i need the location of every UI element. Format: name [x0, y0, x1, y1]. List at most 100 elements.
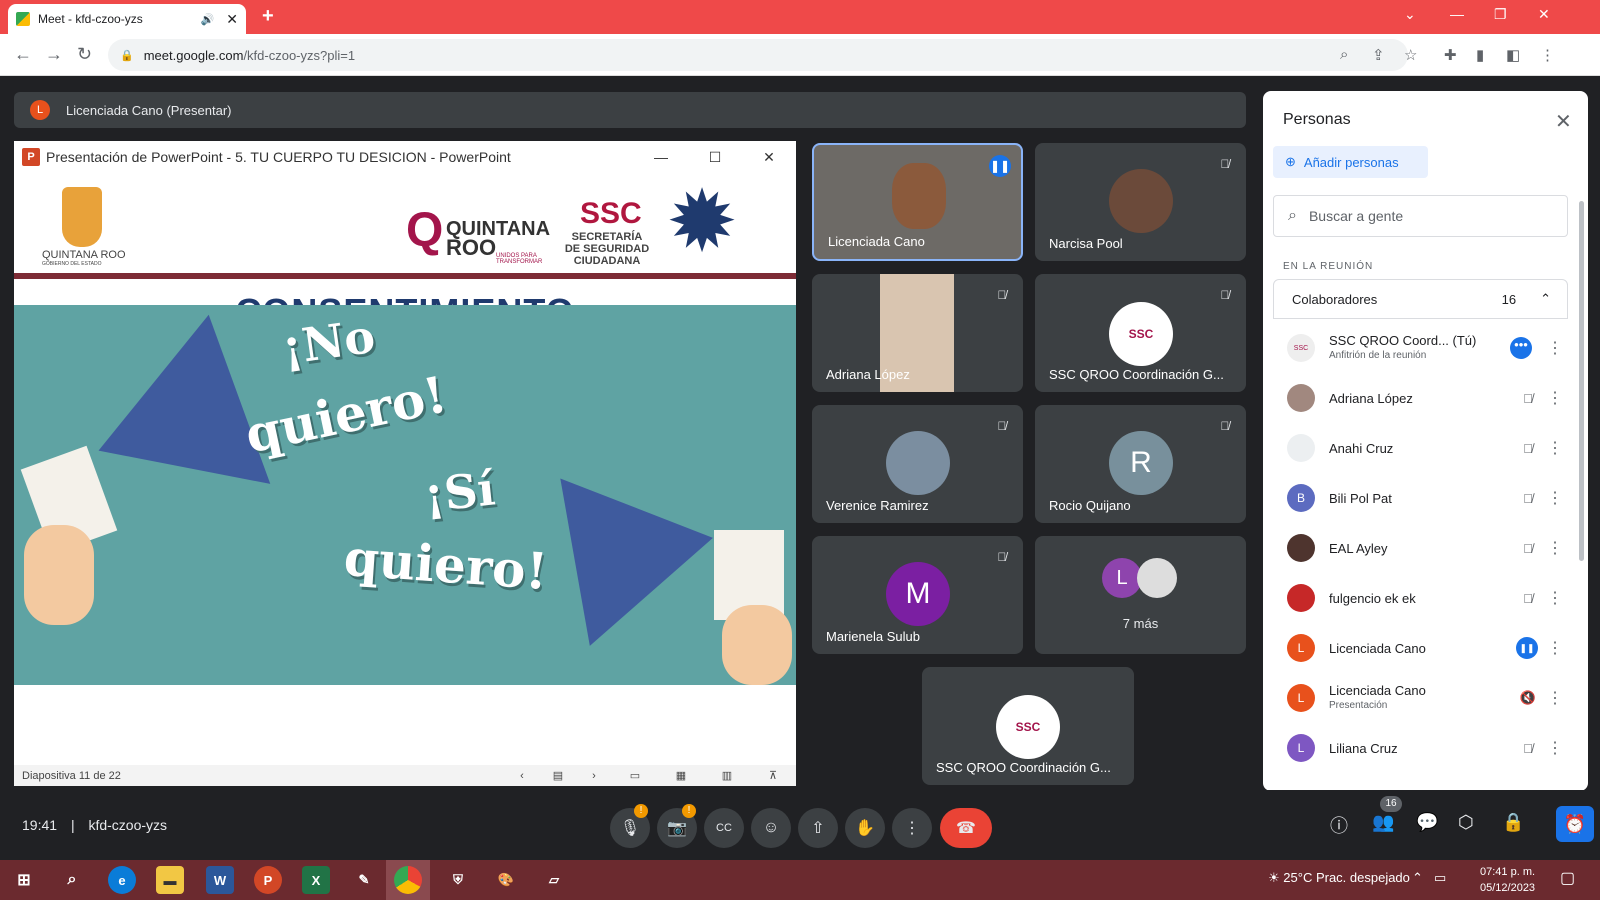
participant-tile[interactable]: SSC 🎙̸ SSC QROO Coordinación G... [1035, 274, 1246, 392]
next-slide-icon[interactable]: › [576, 770, 612, 782]
raise-hand-button[interactable]: ✋ [845, 808, 885, 848]
kebab-menu-icon[interactable]: ⋮ [1542, 638, 1568, 658]
edge-icon[interactable]: e [108, 866, 136, 894]
close-tab-icon[interactable]: ✕ [226, 11, 238, 28]
kebab-menu-icon[interactable]: ⋮ [1542, 738, 1568, 758]
minimize-icon[interactable]: — [1450, 6, 1464, 22]
slide-divider [14, 273, 796, 279]
participant-tile[interactable]: 🎙̸ Verenice Ramirez [812, 405, 1023, 523]
taskbar-clock[interactable]: 07:41 p. m. 05/12/2023 [1480, 864, 1535, 896]
info-icon[interactable]: ⓘ [1330, 812, 1348, 838]
participant-tile[interactable]: ❚❚ Licenciada Cano [812, 143, 1023, 261]
people-icon[interactable]: 👥 [1372, 812, 1394, 833]
reload-icon[interactable]: ↻ [77, 44, 92, 65]
kebab-menu-icon[interactable]: ⋮ [1542, 338, 1568, 358]
activities-icon[interactable]: ⬡ [1458, 812, 1474, 833]
kebab-menu-icon[interactable]: ⋮ [1542, 688, 1568, 708]
normal-view-icon[interactable]: ▭ [612, 769, 658, 782]
bookmark-star-icon[interactable]: ☆ [1404, 46, 1417, 64]
more-options-icon[interactable]: ••• [1510, 337, 1532, 359]
chevron-up-icon[interactable]: ⌃ [1540, 291, 1551, 307]
tray-chevron-icon[interactable]: ⌃ [1412, 870, 1423, 886]
ppt-close-icon[interactable]: ✕ [742, 149, 796, 166]
reading-view-icon[interactable]: ▥ [704, 769, 750, 782]
profile-icon[interactable]: ◧ [1506, 46, 1520, 64]
participant-row[interactable]: B Bili Pol Pat 🎙̸ ⋮ [1273, 473, 1568, 523]
chrome-icon[interactable] [394, 866, 422, 894]
slideshow-icon[interactable]: ⊼ [750, 769, 796, 782]
extensions-icon[interactable]: ✚ [1444, 46, 1457, 64]
participant-row[interactable]: fulgencio ek ek 🎙̸ ⋮ [1273, 573, 1568, 623]
zoom-icon[interactable]: ⌕ [1340, 46, 1348, 63]
kebab-menu-icon[interactable]: ⋮ [1542, 588, 1568, 608]
close-panel-icon[interactable]: ✕ [1555, 109, 1572, 134]
notifications-icon[interactable]: ▢ [1560, 868, 1575, 888]
address-bar[interactable]: 🔒 meet.google.com/kfd-czoo-yzs?pli=1 [108, 39, 1408, 71]
participant-row[interactable]: EAL Ayley 🎙̸ ⋮ [1273, 523, 1568, 573]
participant-tile[interactable]: 🎙̸ Adriana López [812, 274, 1023, 392]
sidepanel-icon[interactable]: ▮ [1476, 46, 1484, 64]
browser-tab[interactable]: Meet - kfd-czoo-yzs 🔊 ✕ [8, 4, 246, 34]
word-icon[interactable]: W [206, 866, 234, 894]
restore-icon[interactable]: ❐ [1494, 6, 1507, 23]
prev-slide-icon[interactable]: ‹ [504, 770, 540, 782]
reactions-button[interactable]: ☺ [751, 808, 791, 848]
captions-button[interactable]: CC [704, 808, 744, 848]
captions-icon: CC [716, 822, 732, 834]
new-tab-button[interactable]: + [262, 5, 274, 28]
qroo-q-logo: Q [406, 204, 444, 257]
paint-icon[interactable]: 🎨 [492, 866, 520, 894]
windows-start-icon[interactable]: ⊞ [10, 866, 38, 894]
chevron-down-icon[interactable]: ⌄ [1404, 6, 1416, 23]
quote-si-1: ¡Sí [421, 461, 498, 523]
slide-menu-icon[interactable]: ▤ [540, 769, 576, 782]
app-icon[interactable]: ✎ [350, 866, 378, 894]
notepad-icon[interactable]: ▱ [540, 866, 568, 894]
speaking-indicator-icon: ❚❚ [989, 155, 1011, 177]
mic-off-icon: 🎙̸ [1523, 390, 1533, 406]
ppt-maximize-icon[interactable]: ☐ [688, 149, 742, 166]
timer-icon[interactable]: ⏰ [1556, 806, 1594, 842]
host-controls-icon[interactable]: 🔒 [1502, 812, 1524, 833]
kebab-menu-icon[interactable]: ⋮ [1542, 488, 1568, 508]
chat-icon[interactable]: 💬 [1416, 812, 1438, 833]
participant-tile[interactable]: M 🎙̸ Marienela Sulub [812, 536, 1023, 654]
participant-row[interactable]: L Licenciada Cano Presentación 🔇 ⋮ [1273, 673, 1568, 723]
forward-icon[interactable]: → [45, 44, 63, 65]
back-icon[interactable]: ← [14, 44, 32, 65]
kebab-menu-icon[interactable]: ⋮ [1542, 438, 1568, 458]
participant-row[interactable]: L Licenciada Cano ❚❚ ⋮ [1273, 623, 1568, 673]
participant-name: SSC QROO Coordinación G... [1049, 367, 1224, 382]
browser-menu-icon[interactable]: ⋮ [1540, 46, 1555, 64]
participant-row[interactable]: SSC SSC QROO Coord... (Tú) Anfitrión de l… [1273, 323, 1568, 373]
participant-tile[interactable]: 🎙̸ Narcisa Pool [1035, 143, 1246, 261]
end-call-button[interactable]: ☎ [940, 808, 992, 848]
participant-tile[interactable]: SSC SSC QROO Coordinación G... [922, 667, 1134, 785]
speaker-icon[interactable]: 🔊 [201, 13, 215, 26]
add-people-button[interactable]: ⊕ Añadir personas [1273, 146, 1428, 178]
participant-tile[interactable]: R 🎙̸ Rocio Quijano [1035, 405, 1246, 523]
search-taskbar-icon[interactable]: ⌕ [58, 866, 86, 894]
more-options-button[interactable]: ⋮ [892, 808, 932, 848]
excel-icon[interactable]: X [302, 866, 330, 894]
powerpoint-taskbar-icon[interactable]: P [254, 866, 282, 894]
avatar [1287, 584, 1315, 612]
participant-row[interactable]: Adriana López 🎙̸ ⋮ [1273, 373, 1568, 423]
security-shield-icon[interactable]: ⛨ [444, 866, 472, 894]
weather-widget[interactable]: ☀ 25°C Prac. despejado [1268, 870, 1410, 886]
panel-scrollbar[interactable] [1579, 201, 1584, 561]
ppt-minimize-icon[interactable]: — [634, 149, 688, 165]
share-icon[interactable]: ⇪ [1372, 46, 1385, 64]
sorter-view-icon[interactable]: ▦ [658, 769, 704, 782]
kebab-menu-icon[interactable]: ⋮ [1542, 538, 1568, 558]
collaborators-section[interactable]: Colaboradores 16 ⌃ [1273, 279, 1568, 319]
more-participants-tile[interactable]: L 7 más [1035, 536, 1246, 654]
participant-row[interactable]: Anahi Cruz 🎙̸ ⋮ [1273, 423, 1568, 473]
participant-row[interactable]: L Liliana Cruz 🎙̸ ⋮ [1273, 723, 1568, 773]
file-explorer-icon[interactable]: ▬ [156, 866, 184, 894]
close-window-icon[interactable]: ✕ [1538, 6, 1550, 23]
present-button[interactable]: ⇧ [798, 808, 838, 848]
search-input[interactable]: ⌕ Buscar a gente [1273, 195, 1568, 237]
network-icon[interactable]: ▭ [1434, 870, 1446, 886]
kebab-menu-icon[interactable]: ⋮ [1542, 388, 1568, 408]
